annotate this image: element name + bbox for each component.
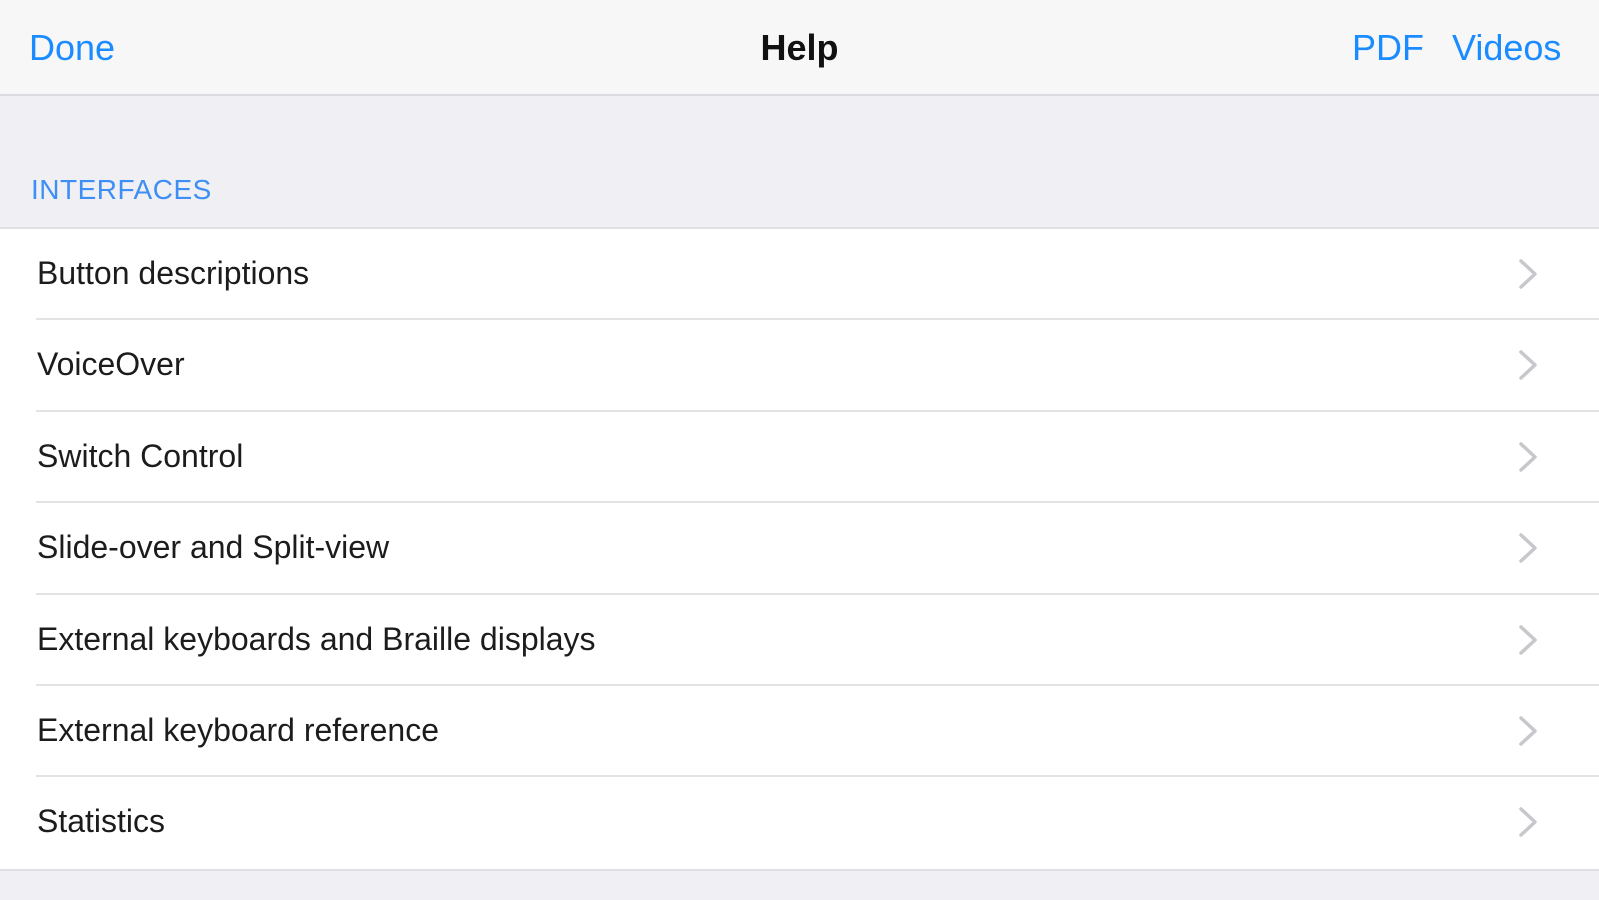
chevron-right-icon bbox=[1519, 716, 1537, 746]
pdf-button[interactable]: PDF bbox=[1352, 26, 1424, 70]
list-item-label: Switch Control bbox=[37, 437, 244, 474]
videos-button[interactable]: Videos bbox=[1452, 26, 1561, 70]
help-screen: Done Help PDF Videos INTERFACES Button d… bbox=[0, 0, 1599, 900]
list-item-label: Button descriptions bbox=[37, 255, 310, 291]
list-item-button-descriptions[interactable]: Button descriptions bbox=[0, 229, 1599, 321]
list-item-statistics[interactable]: Statistics bbox=[0, 777, 1599, 868]
chevron-right-icon bbox=[1519, 350, 1537, 381]
list-item-switch-control[interactable]: Switch Control bbox=[0, 412, 1599, 504]
navigation-bar: Done Help PDF Videos bbox=[0, 0, 1599, 96]
interfaces-list: Button descriptions VoiceOver Switch Con… bbox=[0, 227, 1599, 871]
list-item-label: External keyboard reference bbox=[37, 711, 439, 748]
chevron-right-icon bbox=[1519, 259, 1537, 289]
list-item-label: Statistics bbox=[37, 803, 166, 840]
list-item-external-keyboards-braille[interactable]: External keyboards and Braille displays bbox=[0, 595, 1599, 686]
section-header-interfaces: INTERFACES bbox=[31, 174, 212, 205]
list-item-label: VoiceOver bbox=[37, 346, 185, 383]
chevron-right-icon bbox=[1519, 624, 1537, 655]
list-item-external-keyboard-reference[interactable]: External keyboard reference bbox=[0, 686, 1599, 778]
list-item-label: External keyboards and Braille displays bbox=[37, 620, 596, 657]
list-item-slide-over-split-view[interactable]: Slide-over and Split-view bbox=[0, 503, 1599, 595]
chevron-right-icon bbox=[1519, 442, 1537, 472]
chevron-right-icon bbox=[1519, 807, 1537, 838]
chevron-right-icon bbox=[1519, 533, 1537, 563]
list-item-voiceover[interactable]: VoiceOver bbox=[0, 320, 1599, 412]
list-item-label: Slide-over and Split-view bbox=[37, 529, 390, 566]
